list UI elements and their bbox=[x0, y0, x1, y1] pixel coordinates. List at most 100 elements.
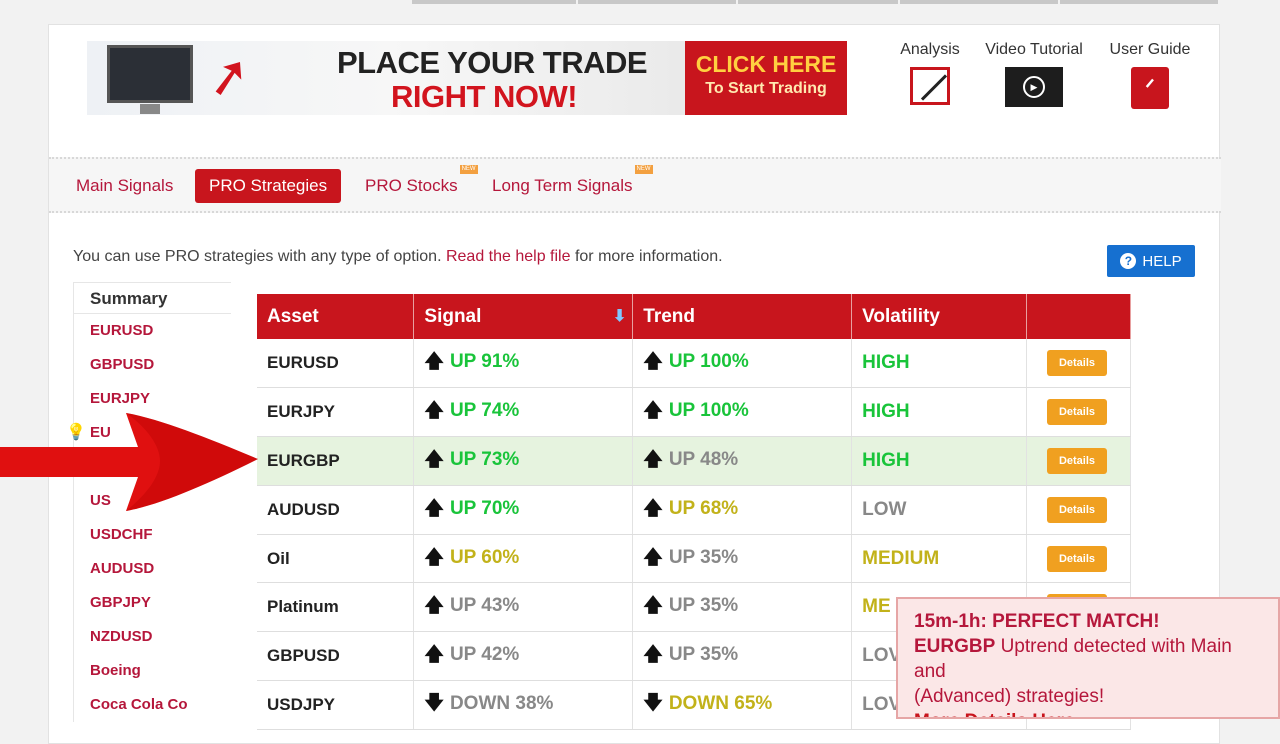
trend-cell: 🡅 UP 100% bbox=[632, 339, 853, 389]
volatility-cell: HIGH bbox=[851, 339, 1027, 389]
sidebar-item[interactable]: GBPJPY bbox=[73, 586, 231, 620]
actions-cell: Details bbox=[1026, 534, 1131, 584]
asset-cell: GBPUSD bbox=[257, 631, 415, 682]
trade-banner[interactable]: ➚ PLACE YOUR TRADE RIGHT NOW! CLICK HERE… bbox=[87, 41, 847, 115]
details-button[interactable]: Details bbox=[1047, 496, 1107, 523]
details-button[interactable]: Details bbox=[1047, 447, 1107, 474]
signal-cell: 🡇 DOWN 38% bbox=[413, 680, 634, 730]
sidebar-item[interactable]: AUDUSD bbox=[73, 552, 231, 586]
signal-cell: 🡅 UP 73% bbox=[413, 436, 634, 486]
arrow-up-icon: 🡅 bbox=[643, 448, 663, 470]
user-guide-label: User Guide bbox=[1109, 41, 1191, 58]
start-trading-button[interactable]: CLICK HERE To Start Trading bbox=[685, 41, 847, 115]
arrow-up-icon: 🡅 bbox=[424, 400, 444, 422]
details-button[interactable]: Details bbox=[1047, 350, 1107, 377]
arrow-up-icon: 🡅 bbox=[424, 497, 444, 519]
arrow-up-icon: 🡅 bbox=[643, 546, 663, 568]
signal-cell: 🡅 UP 70% bbox=[413, 485, 634, 535]
col-trend[interactable]: Trend bbox=[632, 294, 853, 339]
table-row[interactable]: EURGBP 🡅 UP 73% 🡅 UP 48% HIGH Details bbox=[257, 436, 1131, 486]
signal-cell: 🡅 UP 91% bbox=[413, 339, 634, 389]
trend-cell: 🡅 UP 35% bbox=[632, 631, 853, 682]
tab-main-signals[interactable]: Main Signals bbox=[62, 169, 187, 203]
actions-cell: Details bbox=[1026, 339, 1131, 389]
col-actions bbox=[1026, 294, 1131, 339]
trend-cell: 🡅 UP 35% bbox=[632, 534, 853, 584]
cta-line1: CLICK HERE bbox=[695, 51, 837, 77]
actions-cell: Details bbox=[1026, 485, 1131, 535]
arrow-down-icon: 🡇 bbox=[643, 692, 663, 714]
pdf-icon: ᐟ bbox=[1131, 67, 1169, 109]
col-asset[interactable]: Asset bbox=[257, 294, 415, 339]
perfect-match-notification[interactable]: 15m-1h: PERFECT MATCH! EURGBP Uptrend de… bbox=[896, 597, 1280, 719]
trend-cell: 🡅 UP 68% bbox=[632, 485, 853, 535]
sidebar-item[interactable]: USDCHF bbox=[73, 518, 231, 552]
volatility-cell: LOW bbox=[851, 485, 1027, 535]
table-header-row: Asset Signal ⬇ Trend Volatility bbox=[257, 294, 1131, 339]
arrow-up-icon: 🡅 bbox=[643, 497, 663, 519]
video-play-icon: ▶ bbox=[1005, 67, 1063, 107]
arrow-up-icon: 🡅 bbox=[424, 448, 444, 470]
top-tab bbox=[412, 0, 576, 4]
tab-long-term-signals[interactable]: Long Term Signals NEW bbox=[478, 165, 653, 203]
monitor-icon bbox=[107, 45, 193, 114]
sort-down-icon[interactable]: ⬇ bbox=[613, 306, 626, 326]
toast-body: EURGBP Uptrend detected with Main and bbox=[914, 636, 1232, 682]
new-badge: NEW bbox=[634, 165, 653, 174]
sidebar-item[interactable]: Boeing bbox=[73, 654, 231, 688]
video-tutorial-label: Video Tutorial bbox=[985, 41, 1083, 58]
col-volatility[interactable]: Volatility bbox=[851, 294, 1027, 339]
arrow-up-icon: 🡅 bbox=[643, 400, 663, 422]
analysis-icon bbox=[910, 67, 950, 105]
help-file-link[interactable]: Read the help file bbox=[446, 248, 571, 265]
arrow-up-icon: 🡅 bbox=[424, 546, 444, 568]
table-row[interactable]: EURJPY 🡅 UP 74% 🡅 UP 100% HIGH Details bbox=[257, 387, 1131, 438]
sidebar-item[interactable]: Coca Cola Co bbox=[73, 688, 231, 722]
signal-cell: 🡅 UP 43% bbox=[413, 582, 634, 633]
table-row[interactable]: EURUSD 🡅 UP 91% 🡅 UP 100% HIGH Details bbox=[257, 339, 1131, 389]
signal-cell: 🡅 UP 74% bbox=[413, 387, 634, 438]
details-button[interactable]: Details bbox=[1047, 545, 1107, 572]
tab-bar: Main Signals PRO Strategies PRO Stocks NE… bbox=[49, 157, 1221, 213]
user-guide-link[interactable]: User Guide ᐟ bbox=[1103, 41, 1197, 109]
sidebar-item[interactable]: GBPUSD bbox=[73, 348, 231, 382]
arrow-up-icon: 🡅 bbox=[643, 351, 663, 373]
trend-arrow-icon: ➚ bbox=[202, 44, 256, 110]
arrow-up-icon: 🡅 bbox=[424, 644, 444, 666]
col-signal[interactable]: Signal ⬇ bbox=[413, 294, 634, 339]
trend-cell: 🡅 UP 100% bbox=[632, 387, 853, 438]
volatility-cell: HIGH bbox=[851, 436, 1027, 486]
actions-cell: Details bbox=[1026, 436, 1131, 486]
trend-cell: 🡅 UP 35% bbox=[632, 582, 853, 633]
volatility-cell: MEDIUM bbox=[851, 534, 1027, 584]
asset-cell: AUDUSD bbox=[257, 485, 415, 535]
tab-pro-stocks[interactable]: PRO Stocks NEW bbox=[351, 165, 478, 203]
sidebar-item[interactable]: NZDUSD bbox=[73, 620, 231, 654]
asset-cell: EURGBP bbox=[257, 436, 415, 486]
trend-cell: 🡅 UP 48% bbox=[632, 436, 853, 486]
table-row[interactable]: Oil 🡅 UP 60% 🡅 UP 35% MEDIUM Details bbox=[257, 534, 1131, 584]
sidebar-item[interactable]: EURUSD bbox=[73, 314, 231, 348]
asset-cell: Oil bbox=[257, 534, 415, 584]
details-button[interactable]: Details bbox=[1047, 399, 1107, 426]
info-text: You can use PRO strategies with any type… bbox=[73, 248, 723, 265]
arrow-up-icon: 🡅 bbox=[643, 644, 663, 666]
top-tab bbox=[900, 0, 1058, 4]
table-row[interactable]: AUDUSD 🡅 UP 70% 🡅 UP 68% LOW Details bbox=[257, 485, 1131, 535]
arrow-up-icon: 🡅 bbox=[424, 595, 444, 617]
volatility-cell: HIGH bbox=[851, 387, 1027, 438]
banner-headline: PLACE YOUR TRADE bbox=[337, 45, 648, 80]
video-tutorial-link[interactable]: Video Tutorial ▶ bbox=[977, 41, 1091, 107]
toast-body-2: (Advanced) strategies! bbox=[914, 686, 1105, 707]
top-strip bbox=[0, 0, 1280, 6]
trend-cell: 🡇 DOWN 65% bbox=[632, 680, 853, 730]
asset-cell: Platinum bbox=[257, 582, 415, 633]
analysis-link[interactable]: Analysis bbox=[895, 41, 965, 105]
analysis-label: Analysis bbox=[900, 41, 960, 58]
help-button[interactable]: ? HELP bbox=[1107, 245, 1195, 277]
more-details-link[interactable]: More Details Here bbox=[914, 709, 1262, 717]
signal-cell: 🡅 UP 60% bbox=[413, 534, 634, 584]
tab-pro-strategies[interactable]: PRO Strategies bbox=[195, 169, 342, 203]
signal-cell: 🡅 UP 42% bbox=[413, 631, 634, 682]
asset-cell: USDJPY bbox=[257, 680, 415, 730]
